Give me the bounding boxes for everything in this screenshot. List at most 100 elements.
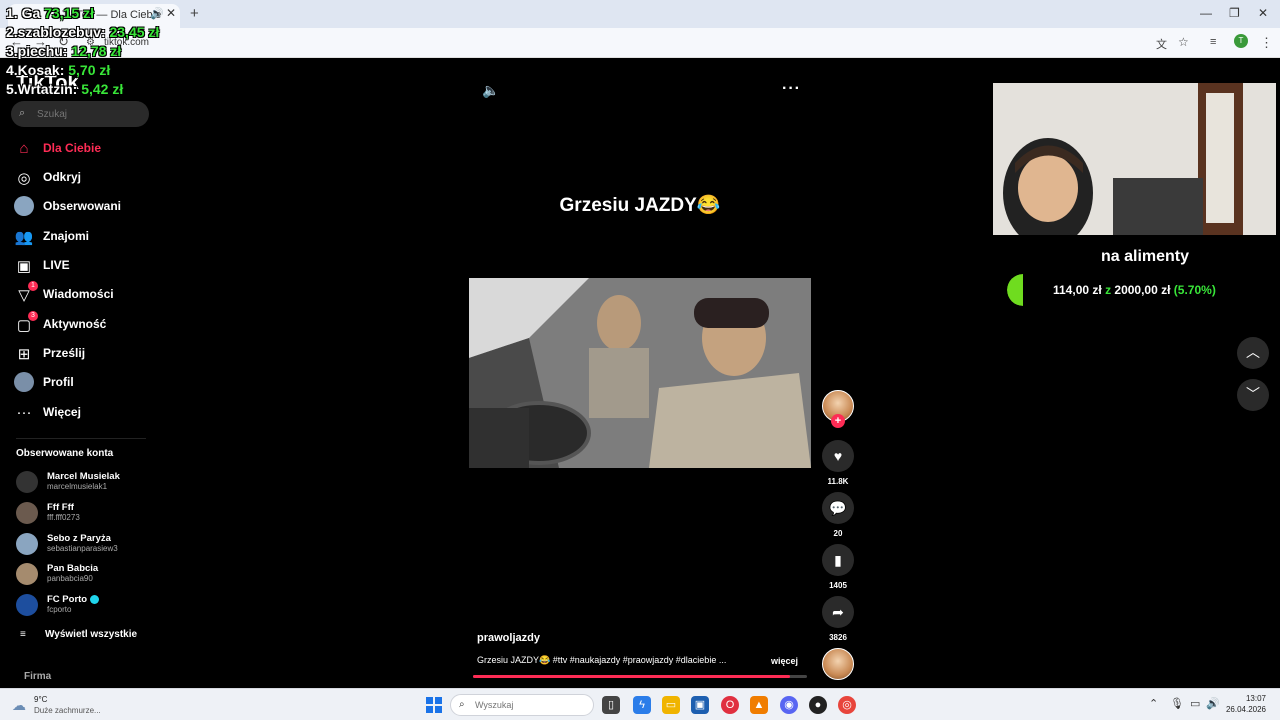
clock-date[interactable]: 26.04.2026 [1212,705,1266,714]
nav-live[interactable]: ▣ LIVE [14,255,154,277]
followed-account[interactable]: Pan Babcia panbabcia90 [16,562,156,588]
taskbar-search[interactable]: ⌕ [450,694,594,716]
weather-cloud-icon[interactable]: ☁ [12,697,26,714]
nav-messages[interactable]: ▽ 1 Wiadomości [14,281,154,306]
more-options-icon[interactable]: ··· [782,80,801,98]
like-count: 11.8K [827,477,849,486]
following-avatar [14,196,34,216]
tray-chevron-up-icon[interactable]: ⌃ [1149,697,1158,710]
nav-more[interactable]: ··· Więcej [14,402,154,424]
taskbar-search-input[interactable] [475,695,587,715]
share-button[interactable]: ➦ [822,596,854,628]
save-count: 1405 [829,581,847,590]
webcam-overlay [993,83,1276,235]
share-count: 3826 [829,633,847,642]
avatar [16,471,38,493]
more-dots-icon: ··· [16,404,32,421]
followed-account[interactable]: FC Porto fcporto [16,593,156,619]
minimize-icon[interactable]: — [1200,6,1212,20]
goal-progress-indicator [1007,274,1039,306]
nav-explore[interactable]: ◎ Odkryj [14,167,154,189]
verified-badge-icon [90,594,100,604]
tab-close-icon[interactable]: ✕ [166,6,176,20]
video-player[interactable] [469,278,811,468]
live-tv-icon: ▣ [16,258,32,275]
network-icon[interactable]: ▭ [1190,697,1200,710]
sidebar-divider [16,438,146,439]
messages-badge: 1 [28,281,38,291]
weather-description[interactable]: Duże zachmurze... [34,706,101,715]
nav-activity[interactable]: ▢ 3 Aktywność [14,311,154,336]
video-caption: Grzesiu JAZDY😂 #ttv #naukajazdy #praowja… [477,655,727,665]
previous-video-button[interactable]: ︿ [1237,337,1269,369]
chevron-up-icon: ︿ [1246,344,1260,360]
avatar [16,502,38,524]
next-video-button[interactable]: ﹀ [1237,379,1269,411]
comment-icon: 💬 [829,500,847,516]
followed-accounts-title: Obserwowane konta [16,448,114,459]
video-author[interactable]: prawoljazdy [477,632,540,644]
like-button[interactable]: ♥ [822,440,854,472]
nav-friends[interactable]: 👥 Znajomi [14,226,154,248]
nav-upload[interactable]: ⊞ Prześlij [14,343,154,365]
start-button[interactable] [426,697,442,713]
weather-temperature[interactable]: 9°C [34,695,47,704]
windows-taskbar: ☁ 9°C Duże zachmurze... ⌕ ▯ ϟ ▭ ▣ O ▲ ◉ … [0,688,1280,720]
search-input[interactable] [37,101,145,127]
speaker-icon[interactable]: 🔈 [482,82,499,99]
opera-icon[interactable]: O [721,696,739,714]
browser-tab-bar: TikTok — Dla Ciebie 🔊 ✕ + — ❐ ✕ [0,0,1280,28]
nav-following[interactable]: Obserwowani [14,196,154,218]
restore-icon[interactable]: ❐ [1229,6,1240,20]
avatar [16,533,38,555]
followed-account[interactable]: Sebo z Paryża sebastianparasiew3 [16,532,156,558]
microphone-icon[interactable]: 🎙 [1170,697,1184,710]
video-frame-image [469,278,811,468]
browser-toolbar: ← → ↻ ⚙ tiktok.com 文 ☆ ≡ T ⋮ [0,28,1280,58]
followed-account[interactable]: Marcel Musielak marcelmusielak1 [16,470,156,496]
chrome-icon[interactable]: ◎ [838,696,856,714]
follow-plus-button[interactable]: + [831,414,845,428]
show-all-link[interactable]: ≡ Wyświetl wszystkie [20,629,137,640]
avatar [16,594,38,616]
browser-menu-icon[interactable]: ⋮ [1260,35,1273,51]
search-box[interactable]: ⌕ [11,101,149,127]
new-tab-button[interactable]: + [190,5,199,22]
obs-icon[interactable]: ● [809,696,827,714]
bookmark-star-icon[interactable]: ☆ [1178,35,1189,49]
search-icon: ⌕ [19,107,26,119]
video-title: Grzesiu JAZDY😂 [559,195,721,216]
comment-count: 20 [833,529,843,538]
comment-button[interactable]: 💬 [822,492,854,524]
footer-company-link[interactable]: Firma [24,671,51,682]
caption-more-link[interactable]: więcej [771,656,798,666]
compass-icon: ◎ [17,170,31,187]
file-explorer-icon[interactable]: ▭ [662,696,680,714]
nav-for-you[interactable]: ⌂ Dla Ciebie [14,138,154,160]
browser-profile-avatar[interactable]: T [1234,34,1248,48]
activity-badge: 3 [28,311,38,321]
vlc-icon[interactable]: ▲ [750,696,768,714]
leaderboard-row: 4.Kosak: 5,70 zł [6,62,111,78]
power-automate-icon[interactable]: ϟ [633,696,651,714]
webcam-image [993,83,1276,235]
discord-icon[interactable]: ◉ [780,696,798,714]
store-icon[interactable]: ▣ [691,696,709,714]
nav-profile[interactable]: Profil [14,372,154,394]
goal-title: na alimenty [1100,248,1190,265]
leaderboard-row: 3.piechu: 12,78 zł [6,43,122,59]
video-progress-fill [473,675,791,678]
video-progress-bar[interactable] [473,675,807,678]
clock-time[interactable]: 13:07 [1226,694,1266,703]
sound-disc-avatar[interactable] [822,648,854,680]
save-button[interactable]: ▮ [822,544,854,576]
followed-account[interactable]: Fff Fff fff.fff0273 [16,501,156,527]
goal-progress-text: 114,00 zł z 2000,00 zł (5.70%) [1053,283,1216,297]
translate-icon[interactable]: 文 [1156,36,1167,52]
media-controls-icon[interactable]: ≡ [1210,36,1216,48]
home-icon: ⌂ [19,140,29,157]
task-view-icon[interactable]: ▯ [602,696,620,714]
bookmark-icon: ▮ [834,552,842,568]
window-close-icon[interactable]: ✕ [1258,6,1268,20]
goal-progress-fill [1007,274,1023,306]
